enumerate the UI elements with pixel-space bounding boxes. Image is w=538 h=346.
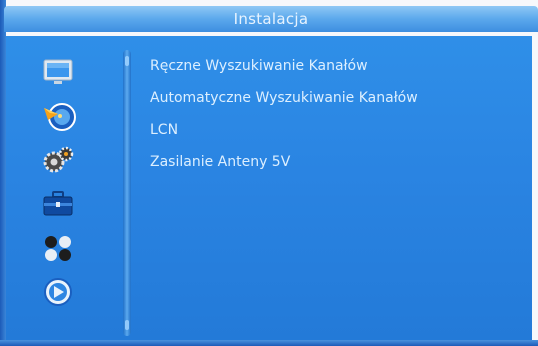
installation-menu: Ręczne Wyszukiwanie Kanałów Automatyczne… — [150, 50, 520, 178]
window-title: Instalacja — [4, 6, 538, 32]
menu-item-manual-scan[interactable]: Ręczne Wyszukiwanie Kanałów — [150, 50, 520, 82]
disc-icon[interactable] — [40, 276, 76, 308]
menu-item-lcn[interactable]: LCN — [150, 114, 520, 146]
main-panel: Ręczne Wyszukiwanie Kanałów Automatyczne… — [6, 36, 532, 340]
app-window: Instalacja Ręczne Wyszukiwanie Kanałów A… — [0, 0, 538, 346]
toolbox-icon[interactable] — [40, 188, 76, 220]
scroll-cap-top — [125, 56, 129, 66]
category-sidebar — [6, 36, 118, 340]
scroll-cap-bottom — [125, 320, 129, 330]
settings-gear-icon[interactable] — [40, 144, 76, 176]
menu-item-antenna-power[interactable]: Zasilanie Anteny 5V — [150, 146, 520, 178]
scrollbar-divider[interactable] — [123, 50, 131, 336]
tv-icon[interactable] — [40, 56, 76, 88]
menu-item-auto-scan[interactable]: Automatyczne Wyszukiwanie Kanałów — [150, 82, 520, 114]
screen-edge-bottom — [0, 340, 538, 346]
media-dots-icon[interactable] — [40, 232, 76, 264]
satellite-dish-icon[interactable] — [40, 100, 76, 132]
